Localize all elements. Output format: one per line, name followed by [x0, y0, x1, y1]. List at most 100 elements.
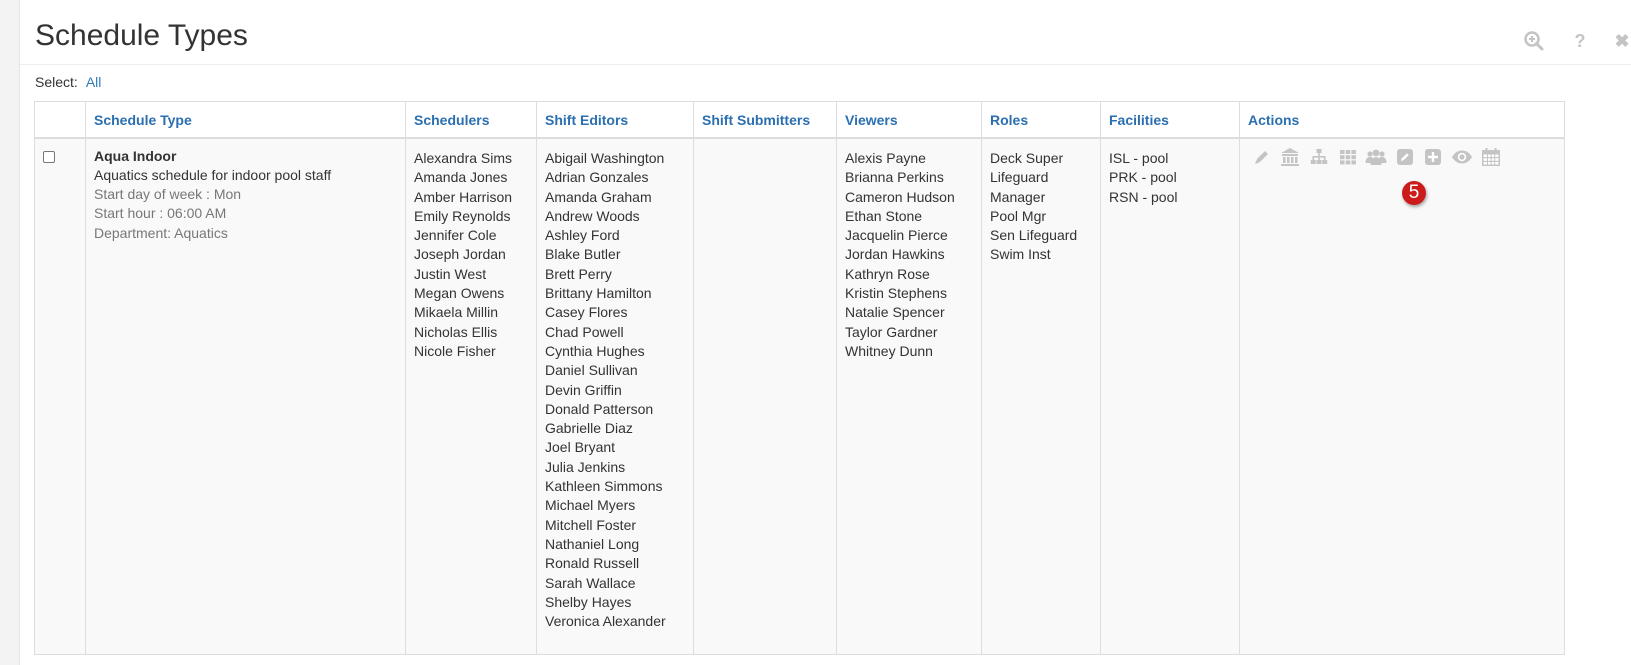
viewers-item: Cameron Hudson [845, 188, 955, 205]
schedule-types-dialog: Schedule Types ? ✖ Select: All Schedule … [19, 0, 1631, 665]
shift-editors-item: Blake Butler [545, 246, 621, 263]
schedule-types-table: Schedule Type Schedulers Shift Editors S… [34, 101, 1565, 655]
shift-editors-item: Mitchell Foster [545, 516, 637, 533]
schedulers-item: Alexandra Sims [414, 150, 513, 166]
shift-editors-item: Shelby Hayes [545, 593, 632, 610]
table-row: Aqua Indoor Aquatics schedule for indoor… [34, 137, 1565, 655]
help-icon[interactable]: ? [1568, 29, 1592, 53]
shift-editors-item: Donald Patterson [545, 400, 654, 417]
shift-submitters-cell [693, 137, 837, 655]
column-header-actions: Actions [1239, 101, 1565, 139]
shift-editors-item: Michael Myers [545, 497, 636, 514]
select-label: Select: [35, 74, 78, 90]
viewers-item: Alexis Payne [845, 150, 926, 166]
shift-editors-item: Kathleen Simmons [545, 478, 663, 495]
column-header-viewers[interactable]: Viewers [836, 101, 982, 139]
dialog-header: Schedule Types ? ✖ [20, 0, 1631, 65]
users-icon[interactable] [1365, 147, 1387, 167]
shift-editors-item: Gabrielle Diaz [545, 420, 633, 437]
select-row: Select: All [35, 74, 101, 90]
shift-editors-cell: Abigail Washington Adrian Gonzales Amanda … [536, 137, 694, 655]
shift-editors-item: Brittany Hamilton [545, 285, 652, 302]
shift-editors-item: Ronald Russell [545, 555, 640, 572]
schedule-type-start-hour: Start hour : 06:00 AM [94, 205, 227, 222]
shift-editors-item: Andrew Woods [545, 207, 640, 224]
shift-editors-item: Abigail Washington [545, 150, 665, 166]
grid-icon[interactable] [1337, 147, 1359, 167]
page-title: Schedule Types [35, 19, 248, 52]
table-header-row: Schedule Type Schedulers Shift Editors S… [34, 101, 1565, 139]
column-header-shift-editors[interactable]: Shift Editors [536, 101, 694, 139]
column-header-schedulers[interactable]: Schedulers [405, 101, 537, 139]
column-header-schedule-type[interactable]: Schedule Type [85, 101, 406, 139]
schedule-type-name: Aqua Indoor [94, 148, 177, 164]
viewers-item: Taylor Gardner [845, 323, 938, 340]
zoom-in-icon[interactable] [1522, 29, 1546, 53]
row-checkbox[interactable] [43, 151, 55, 163]
shift-editors-item: Julia Jenkins [545, 458, 626, 475]
shift-editors-item: Veronica Alexander [545, 613, 666, 630]
row-actions: 5 [1248, 147, 1556, 205]
schedulers-item: Mikaela Millin [414, 304, 499, 321]
actions-cell: 5 [1239, 137, 1565, 655]
roles-item: Sen Lifeguard [990, 227, 1078, 244]
calendar-icon[interactable] [1480, 147, 1502, 167]
shift-editors-item: Devin Griffin [545, 381, 622, 398]
shift-editors-item: Joel Bryant [545, 439, 616, 456]
roles-item: Deck Super [990, 150, 1064, 166]
schedule-type-department: Department: Aquatics [94, 224, 228, 241]
schedulers-item: Megan Owens [414, 285, 505, 302]
viewers-item: Whitney Dunn [845, 342, 933, 359]
schedulers-item: Nicholas Ellis [414, 323, 498, 340]
edit-square-icon[interactable] [1394, 147, 1416, 167]
roles-item: Swim Inst [990, 246, 1051, 263]
schedulers-item: Jennifer Cole [414, 227, 497, 244]
shift-editors-item: Sarah Wallace [545, 574, 636, 591]
institution-icon[interactable] [1279, 147, 1301, 167]
facilities-item: PRK - pool [1109, 169, 1177, 186]
schedulers-item: Emily Reynolds [414, 207, 511, 224]
notification-badge: 5 [1402, 181, 1426, 205]
select-column-header [34, 101, 86, 139]
row-select-cell [34, 137, 86, 655]
schedule-type-cell: Aqua Indoor Aquatics schedule for indoor… [85, 137, 406, 655]
close-icon[interactable]: ✖ [1610, 29, 1631, 53]
eye-icon[interactable] [1451, 147, 1473, 167]
viewers-item: Brianna Perkins [845, 169, 944, 186]
schedulers-item: Amber Harrison [414, 188, 513, 205]
shift-editors-item: Cynthia Hughes [545, 342, 645, 359]
roles-item: Manager [990, 188, 1046, 205]
facilities-cell: ISL - pool PRK - pool RSN - pool [1100, 137, 1240, 655]
plus-square-icon[interactable] [1422, 147, 1444, 167]
viewers-item: Ethan Stone [845, 207, 923, 224]
viewers-item: Jordan Hawkins [845, 246, 945, 263]
shift-editors-item: Chad Powell [545, 323, 624, 340]
column-header-facilities[interactable]: Facilities [1100, 101, 1240, 139]
schedulers-item: Amanda Jones [414, 169, 508, 186]
shift-editors-item: Daniel Sullivan [545, 362, 638, 379]
shift-editors-item: Adrian Gonzales [545, 169, 649, 186]
schedulers-item: Joseph Jordan [414, 246, 506, 263]
pencil-icon[interactable] [1251, 147, 1273, 167]
viewers-item: Natalie Spencer [845, 304, 945, 321]
viewers-item: Jacquelin Pierce [845, 227, 948, 244]
column-header-shift-submitters[interactable]: Shift Submitters [693, 101, 837, 139]
roles-cell: Deck Super Lifeguard Manager Pool Mgr Sen Li… [981, 137, 1101, 655]
schedulers-item: Nicole Fisher [414, 342, 496, 359]
schedulers-cell: Alexandra Sims Amanda Jones Amber Harrison… [405, 137, 537, 655]
select-all-link[interactable]: All [86, 74, 102, 90]
schedule-type-start-day: Start day of week : Mon [94, 186, 242, 202]
schedule-type-description: Aquatics schedule for indoor pool staff [94, 167, 332, 183]
shift-editors-item: Nathaniel Long [545, 535, 640, 552]
viewers-cell: Alexis Payne Brianna Perkins Cameron Hudso… [836, 137, 982, 655]
schedulers-item: Justin West [414, 265, 487, 282]
sitemap-icon[interactable] [1308, 147, 1330, 167]
facilities-item: RSN - pool [1109, 188, 1178, 205]
shift-editors-item: Ashley Ford [545, 227, 620, 244]
roles-item: Pool Mgr [990, 207, 1047, 224]
facilities-item: ISL - pool [1109, 150, 1169, 166]
shift-editors-item: Amanda Graham [545, 188, 652, 205]
shift-editors-item: Brett Perry [545, 265, 612, 282]
column-header-roles[interactable]: Roles [981, 101, 1101, 139]
shift-editors-item: Casey Flores [545, 304, 628, 321]
